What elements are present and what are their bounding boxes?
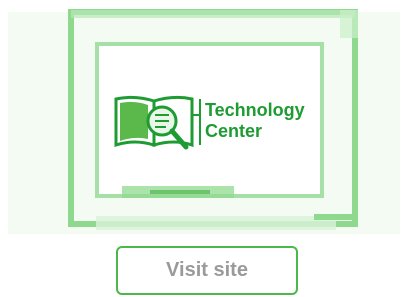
visit-site-button[interactable]: Visit site bbox=[116, 246, 298, 295]
logo-wordmark: Technology Center bbox=[205, 100, 305, 142]
logo-line-1: Technology bbox=[205, 100, 305, 120]
logo-line-2: Center bbox=[205, 121, 263, 141]
visit-site-label: Visit site bbox=[166, 259, 248, 281]
tile-card: Technology Center Visit site bbox=[0, 0, 406, 297]
